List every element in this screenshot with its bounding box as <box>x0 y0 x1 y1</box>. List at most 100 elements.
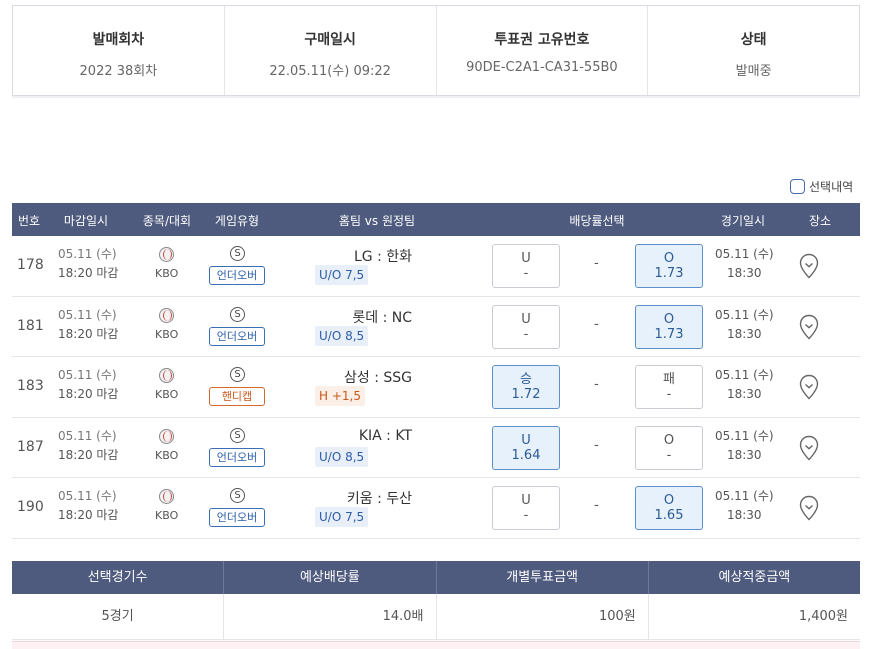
summary-stake-amount: 100원 <box>437 594 649 639</box>
odds-option-value: - <box>666 447 672 463</box>
odds-option-value: 1.73 <box>654 326 684 342</box>
match-teams: KIA : KT <box>358 427 412 444</box>
game-datetime: 05.11 (수) 18:30 <box>715 366 774 404</box>
location-pin-icon[interactable] <box>798 435 820 461</box>
status-value: 발매중 <box>735 64 772 79</box>
bottom-notice-bar <box>12 641 860 649</box>
summary-table: 선택경기수 예상배당률 개별투표금액 예상적중금액 5경기 14.0배 100원… <box>12 561 860 640</box>
odds-draw: - <box>594 256 599 271</box>
game-type-icon: S <box>230 367 245 382</box>
odds-option-left[interactable]: U 1.64 <box>492 425 560 470</box>
odds-draw: - <box>594 498 599 513</box>
league-label: KBO <box>155 448 179 462</box>
odds-option-value: 1.73 <box>654 266 684 281</box>
odds-option-value: 1.72 <box>511 387 541 402</box>
baseball-icon <box>159 489 174 504</box>
col-deadline: 마감일시 <box>63 214 109 228</box>
deadline-time: 18:20 마감 <box>58 387 119 401</box>
location-pin-icon[interactable] <box>798 253 820 279</box>
location-pin-icon[interactable] <box>798 374 820 400</box>
ticket-id-cell: 투표권 고유번호 90DE-C2A1-CA31-55B0 <box>437 6 649 95</box>
odds-option-right[interactable]: O 1.73 <box>635 244 703 288</box>
odds-option-label: O <box>663 311 675 327</box>
handicap-label: H +1,5 <box>315 386 365 406</box>
game-number: 190 <box>17 499 44 515</box>
game-type-icon: S <box>230 246 245 261</box>
match-teams: LG : 한화 <box>353 249 412 265</box>
selection-history-label: 선택내역 <box>809 180 854 194</box>
game-type-tag: 핸디캡 <box>209 387 265 406</box>
games-table-body: 178 05.11 (수) 18:20 마감 KBO S 언더오버 LG : 한화 U/O 7… <box>12 236 860 539</box>
odds-draw: - <box>594 316 599 332</box>
game-type-icon: S <box>230 427 245 443</box>
deadline: 05.11 (수) 18:20 마감 <box>58 306 118 344</box>
odds-option-right[interactable]: O 1.73 <box>635 304 703 349</box>
game-type-tag: 언더오버 <box>209 447 265 467</box>
baseball-icon <box>159 428 174 444</box>
summary-col-stake: 개별투표금액 <box>437 561 649 594</box>
odds-option-right[interactable]: O 1.65 <box>635 486 703 530</box>
game-datetime: 05.11 (수) 18:30 <box>715 245 774 283</box>
summary-col-odds: 예상배당률 <box>224 561 437 594</box>
league-label: KBO <box>155 388 179 401</box>
league-label: KBO <box>155 509 179 522</box>
baseball-icon <box>159 247 174 262</box>
game-datetime: 05.11 (수) 18:30 <box>715 427 774 465</box>
handicap-label: U/O 8,5 <box>315 325 369 346</box>
odds-option-label: O <box>663 251 675 266</box>
summary-games-count: 5경기 <box>12 594 225 639</box>
table-row: 187 05.11 (수) 18:20 마감 KBO S 언더오버 KIA : KT U/O … <box>12 418 860 478</box>
odds-option-value: - <box>666 387 672 402</box>
summary-values: 5경기 14.0배 100원 1,400원 <box>12 594 860 640</box>
games-table: 번호 마감일시 종목/대회 게임유형 홈팀 vs 원정팀 배당률선택 경기일시 … <box>12 203 860 539</box>
odds-option-right[interactable]: O- <box>635 425 703 470</box>
league-label: KBO <box>155 267 179 280</box>
deadline-time: 18:20 마감 <box>58 266 119 280</box>
odds-option-label: U <box>521 311 531 327</box>
game-type-tag: 언더오버 <box>209 326 265 346</box>
deadline: 05.11 (수) 18:20 마감 <box>58 427 118 465</box>
games-table-header: 번호 마감일시 종목/대회 게임유형 홈팀 vs 원정팀 배당률선택 경기일시 … <box>12 203 860 236</box>
odds-option-left[interactable]: U- <box>492 304 560 349</box>
selection-checkbox[interactable] <box>790 179 805 194</box>
status-title: 상태 <box>740 32 767 48</box>
col-no: 번호 <box>17 214 41 228</box>
col-teams: 홈팀 vs 원정팀 <box>338 214 416 228</box>
odds-option-right[interactable]: 패- <box>635 365 703 409</box>
deadline: 05.11 (수) 18:20 마감 <box>58 487 118 525</box>
game-number: 187 <box>17 438 44 455</box>
odds-option-value: - <box>523 508 529 523</box>
match-teams: 키움 : 두산 <box>346 491 412 507</box>
location-pin-icon[interactable] <box>798 314 820 340</box>
game-date: 05.11 (수) <box>715 489 774 503</box>
deadline: 05.11 (수) 18:20 마감 <box>58 366 118 404</box>
game-time: 18:30 <box>726 387 762 401</box>
game-time: 18:30 <box>726 447 762 462</box>
location-pin-icon[interactable] <box>798 495 820 521</box>
odds-option-label: U <box>521 432 531 448</box>
round-title: 발매회차 <box>92 32 145 48</box>
odds-option-label: O <box>663 493 675 508</box>
odds-option-value: - <box>523 266 529 281</box>
odds-option-label: O <box>663 432 675 448</box>
table-row: 181 05.11 (수) 18:20 마감 KBO S 언더오버 롯데 : NC U/O 8… <box>12 297 860 357</box>
game-type-icon: S <box>230 306 245 322</box>
odds-draw: - <box>594 437 599 453</box>
odds-option-label: U <box>521 493 531 508</box>
table-row: 183 05.11 (수) 18:20 마감 KBO S 핸디캡 삼성 : SSG H +1,… <box>12 357 860 418</box>
odds-option-left[interactable]: U- <box>492 486 560 530</box>
odds-option-value: - <box>523 326 529 342</box>
odds-option-label: 승 <box>520 372 532 387</box>
selection-history-toggle[interactable]: 선택내역 <box>790 178 853 195</box>
odds-option-left[interactable]: U- <box>492 244 560 288</box>
table-row: 178 05.11 (수) 18:20 마감 KBO S 언더오버 LG : 한화 U/O 7… <box>12 236 860 297</box>
summary-expected-odds: 14.0배 <box>224 594 437 639</box>
col-game-type: 게임유형 <box>214 214 260 228</box>
game-date: 05.11 (수) <box>715 428 774 443</box>
deadline-date: 05.11 (수) <box>58 247 117 261</box>
game-date: 05.11 (수) <box>715 247 774 261</box>
game-number: 178 <box>17 257 44 273</box>
purchase-title: 구매일시 <box>304 32 356 48</box>
league-label: KBO <box>155 327 179 341</box>
odds-option-left[interactable]: 승 1.72 <box>492 365 560 409</box>
